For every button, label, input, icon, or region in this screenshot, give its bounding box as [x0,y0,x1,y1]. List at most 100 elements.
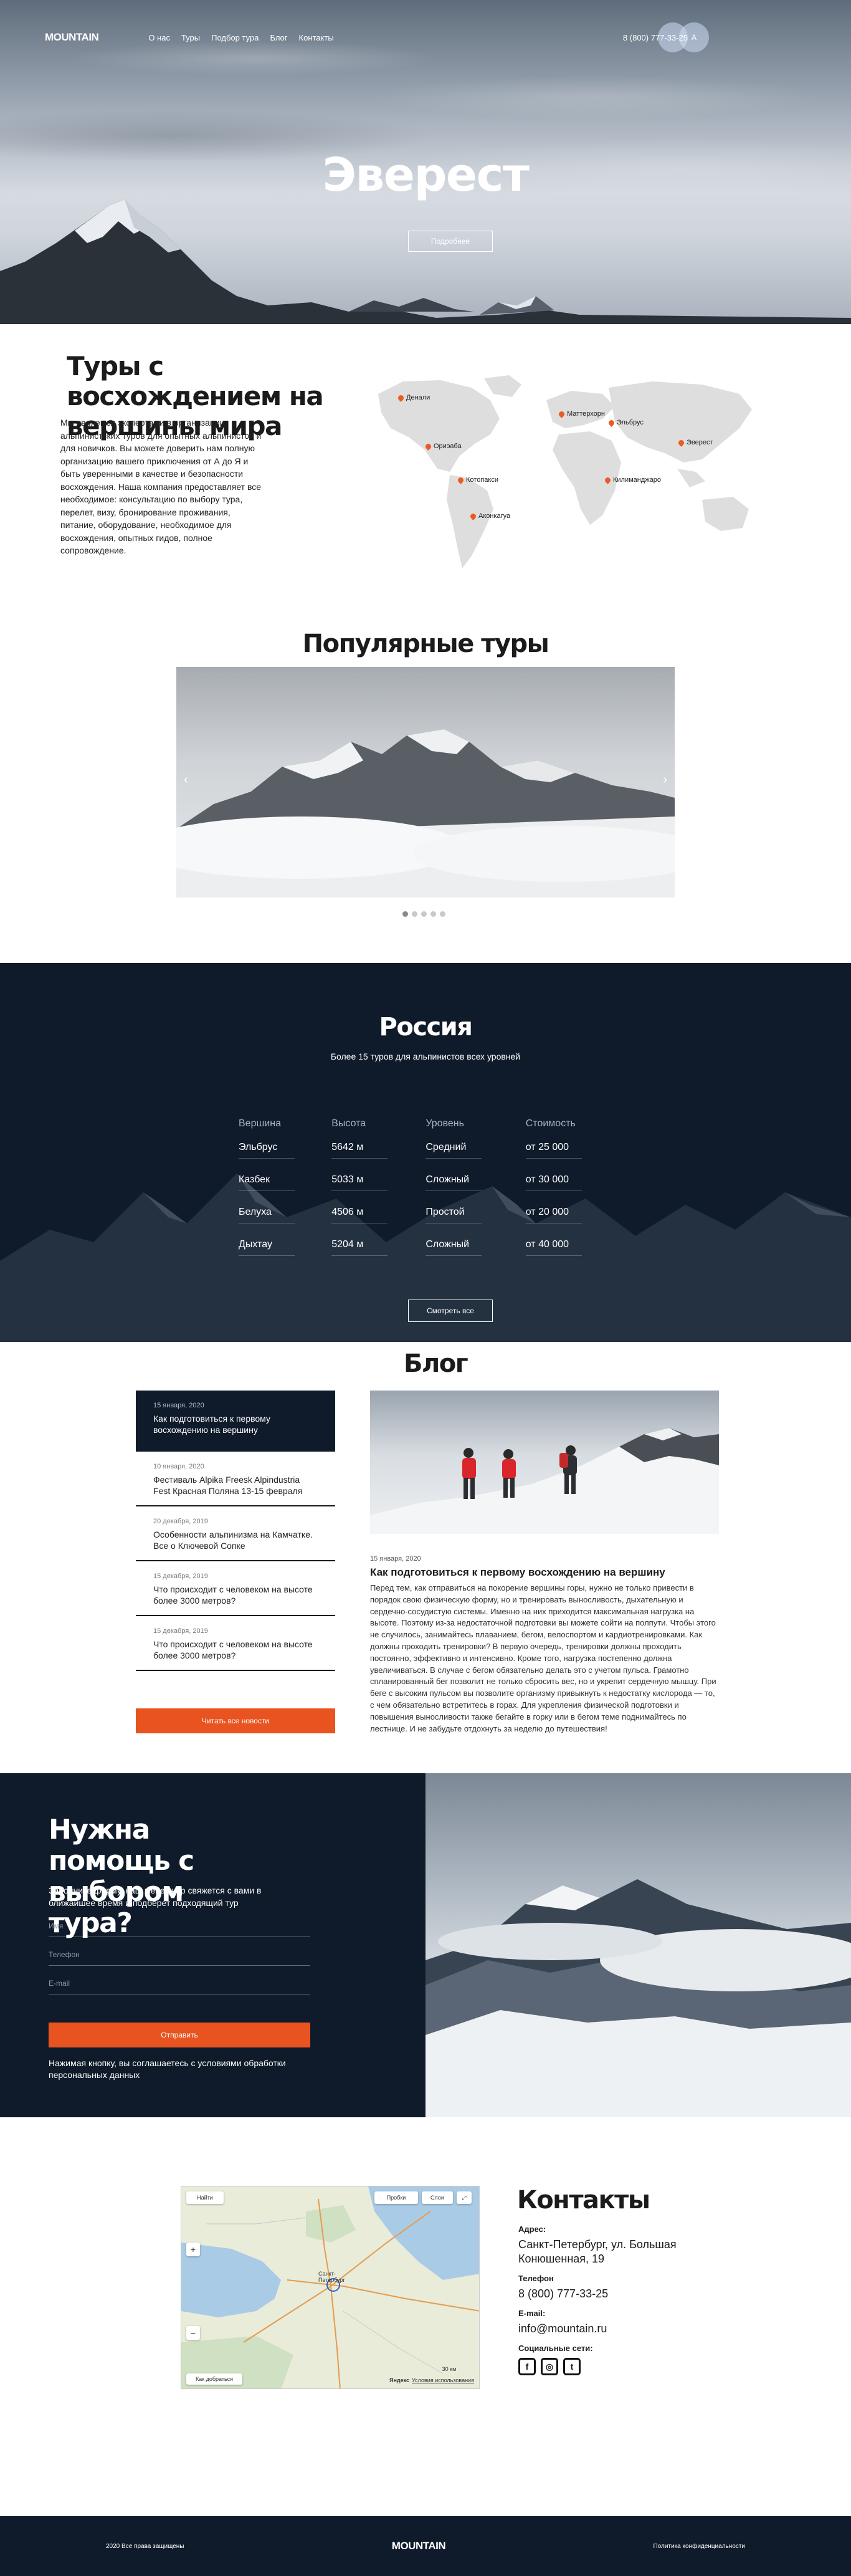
blog-title: Блог [404,1349,468,1378]
map-pin-cotopaxi[interactable]: Котопакси [457,476,498,484]
slide-image [176,729,675,898]
slider-dot[interactable] [412,911,417,917]
help-mountain-image [426,1773,851,2117]
slider-dot[interactable] [440,911,445,917]
cell-height: 5642 м [331,1142,388,1159]
menu-item-contacts[interactable]: Контакты [299,33,334,42]
twitter-icon[interactable]: t [563,2358,581,2375]
blog-list-item[interactable]: 15 декабря, 2019 Что происходит с челове… [136,1561,335,1616]
yandex-map[interactable]: Найти Пробки Слои ⤢ + − Санкт-Петербург … [181,2186,480,2389]
menu-item-about[interactable]: О нас [148,33,170,42]
tours-table: Вершина Высота Уровень Стоимость Эльбрус… [239,1114,619,1263]
table-row[interactable]: Казбек 5033 м Сложный от 30 000 [239,1166,619,1199]
map-layers-button[interactable]: Слои [422,2191,453,2204]
tours-slider[interactable]: ‹ › [176,667,675,898]
map-search-button[interactable]: Найти [186,2191,224,2204]
post-title[interactable]: Фестиваль Alpika Freesk Alpindustria Fes… [153,1474,318,1496]
blog-list-item[interactable]: 10 января, 2020 Фестиваль Alpika Freesk … [136,1452,335,1506]
tours-title: Популярные туры [302,630,549,658]
post-title[interactable]: Особенности альпинизма на Камчатке. Все … [153,1529,318,1551]
footer: 2020 Все права защищены MOUNTAIN Политик… [0,2516,851,2576]
post-title[interactable]: Что происходит с человеком на высоте бол… [153,1639,318,1661]
name-input[interactable]: Имя [49,1922,310,1937]
map-pin-kilimanjaro[interactable]: Килиманджаро [604,476,661,484]
footer-logo[interactable]: MOUNTAIN [392,2540,446,2552]
map-pin-elbrus[interactable]: Эльбрус [607,418,644,427]
cell-height: 4506 м [331,1207,388,1223]
blog-list-item[interactable]: 15 января, 2020 Как подготовиться к перв… [136,1391,335,1452]
blog-list-item[interactable]: 20 декабря, 2019 Особенности альпинизма … [136,1506,335,1561]
map-scale: 30 км [442,2366,457,2372]
table-header: Вершина Высота Уровень Стоимость [239,1114,619,1134]
map-zoom-out-icon[interactable]: − [186,2326,200,2340]
map-zoom-in-icon[interactable]: + [186,2243,200,2256]
table-row[interactable]: Белуха 4506 м Простой от 20 000 [239,1199,619,1231]
map-traffic-button[interactable]: Пробки [374,2191,418,2204]
featured-post-title[interactable]: Как подготовиться к первому восхождению … [370,1566,719,1579]
slider-dot[interactable] [430,911,436,917]
featured-post-date: 15 января, 2020 [370,1555,421,1563]
contacts-title: Контакты [517,2186,650,2214]
phone-input[interactable]: Телефон [49,1950,310,1966]
map-route-link[interactable]: Как добраться [186,2373,242,2385]
address-label: Адрес: [518,2224,546,2234]
blog-list-item[interactable]: 15 декабря, 2019 Что происходит с челове… [136,1616,335,1671]
map-pin-everest[interactable]: Эверест [677,438,713,447]
see-all-button[interactable]: Смотреть все [408,1300,493,1322]
cell-price: от 40 000 [525,1239,582,1256]
blog-post-list: 15 января, 2020 Как подготовиться к перв… [136,1391,335,1671]
cell-peak: Казбек [239,1174,295,1191]
help-form-section: Нужна помощь с выбором тура? Заполните ф… [0,1773,851,2117]
logo[interactable]: MOUNTAIN [45,31,99,44]
col-height: Высота [331,1118,366,1129]
map-pin-denali[interactable]: Денали [397,393,430,402]
cell-level: Средний [426,1142,482,1159]
map-pin-aconcagua[interactable]: Аконкагуа [469,512,510,520]
post-title[interactable]: Как подготовиться к первому восхождению … [153,1413,318,1435]
email-value[interactable]: info@mountain.ru [518,2322,718,2336]
cell-height: 5204 м [331,1239,388,1256]
map-fullscreen-icon[interactable]: ⤢ [457,2191,472,2204]
email-label: E-mail: [518,2309,546,2318]
table-row[interactable]: Дыхтау 5204 м Сложный от 40 000 [239,1231,619,1263]
hero-more-button[interactable]: Подробнее [408,231,493,252]
cell-peak: Дыхтау [239,1239,295,1256]
post-title[interactable]: Что происходит с человеком на высоте бол… [153,1584,318,1606]
post-date: 20 декабря, 2019 [153,1518,208,1525]
slider-dot[interactable] [421,911,427,917]
phone-label: Телефон [518,2274,554,2283]
header-phone[interactable]: 8 (800) 777-33-25 [623,33,688,42]
russia-tours-section: Россия Более 15 туров для альпинистов вс… [0,963,851,1342]
send-button[interactable]: Отправить [49,2023,310,2047]
menu-item-blog[interactable]: Блог [270,33,287,42]
hero-section: MOUNTAIN О нас Туры Подбор тура Блог Кон… [0,0,851,324]
russia-title: Россия [379,1013,473,1041]
contacts-info: Адрес: Санкт-Петербург, ул. Большая Коню… [518,2224,718,2375]
blog-section: Блог 15 января, 2020 Как подготовиться к… [0,1342,851,1773]
phone-value[interactable]: 8 (800) 777-33-25 [518,2287,718,2301]
map-terms-link[interactable]: Условия использования [412,2376,474,2385]
featured-post-image [370,1391,719,1534]
slider-dot[interactable] [402,911,408,917]
cell-level: Сложный [426,1239,482,1256]
map-pin-orizaba[interactable]: Ориэаба [424,442,462,451]
slider-next-arrow-icon[interactable]: › [663,773,667,787]
post-date: 15 декабря, 2019 [153,1627,208,1635]
menu-item-tours[interactable]: Туры [181,33,200,42]
cell-level: Сложный [426,1174,482,1191]
email-input[interactable]: E-mail [49,1979,310,1994]
privacy-policy-link[interactable]: Политика конфиденциальности [653,2543,745,2550]
instagram-icon[interactable]: ◎ [541,2358,558,2375]
help-title: Нужна помощь с выбором тура? [49,1814,194,1939]
help-lead: Заполните форму, наш менеджер свяжется с… [49,1885,262,1908]
help-form-panel: Нужна помощь с выбором тура? Заполните ф… [0,1773,426,2117]
menu-item-tour-selection[interactable]: Подбор тура [211,33,259,42]
map-pin-matterhorn[interactable]: Маттерхорн [558,409,605,418]
map-tiles [181,2186,479,2388]
address-value: Санкт-Петербург, ул. Большая Конюшенная,… [518,2238,677,2265]
col-level: Уровень [426,1118,464,1129]
table-row[interactable]: Эльбрус 5642 м Средний от 25 000 [239,1134,619,1166]
read-all-news-button[interactable]: Читать все новости [136,1708,335,1733]
slider-prev-arrow-icon[interactable]: ‹ [184,773,188,787]
facebook-icon[interactable]: f [518,2358,536,2375]
